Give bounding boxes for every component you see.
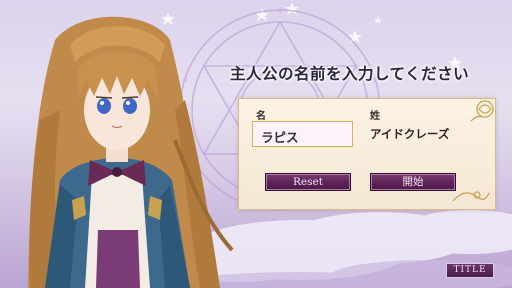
left-eye <box>97 98 111 114</box>
right-eye <box>123 98 137 114</box>
game-screen: 主人公の名前を入力してください 名 姓 ラピス アイドクレーズ Reset 開始… <box>0 0 512 288</box>
family-name-field[interactable]: アイドクレーズ <box>370 126 449 142</box>
heroine-portrait <box>28 16 234 288</box>
start-button[interactable]: 開始 <box>370 173 456 191</box>
given-name-label: 名 <box>256 111 266 122</box>
given-name-field[interactable]: ラピス <box>252 121 353 147</box>
page-title: 主人公の名前を入力してください <box>230 65 470 83</box>
family-name-label: 姓 <box>370 111 380 122</box>
title-button[interactable]: TITLE <box>446 263 494 278</box>
reset-button[interactable]: Reset <box>265 173 351 191</box>
swirl-ornament-icon <box>452 191 490 202</box>
rose-ornament-icon <box>470 100 494 122</box>
name-entry-panel: 名 姓 ラピス アイドクレーズ Reset 開始 <box>238 98 496 210</box>
